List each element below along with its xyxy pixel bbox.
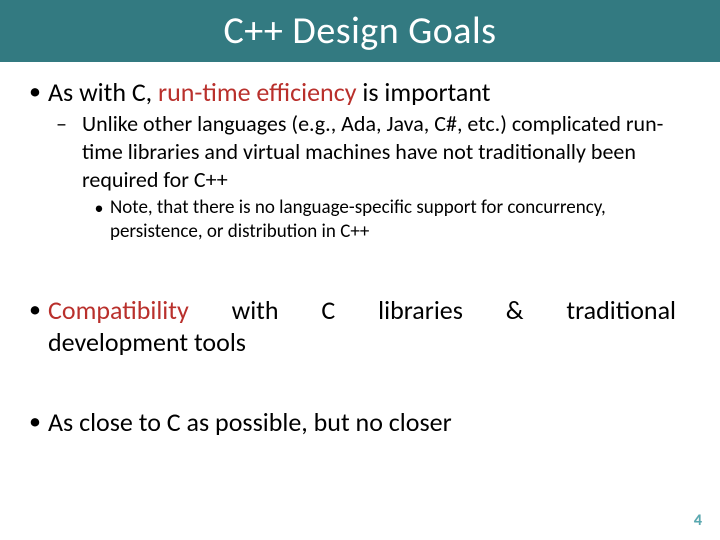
bullet-1-note-text: Note, that there is no language-specific… — [110, 196, 698, 244]
bullet-1-text: As with C, run-time efficiency is import… — [48, 76, 491, 108]
bullet-1-pre: As with C, — [48, 76, 158, 108]
slide-body: • As with C, run-time efficiency is impo… — [0, 62, 720, 438]
bullet-2-line1-rest: with C libraries & traditional — [189, 294, 676, 326]
bullet-1: • As with C, run-time efficiency is impo… — [22, 76, 698, 108]
bullet-1-sub: – Unlike other languages (e.g., Ada, Jav… — [56, 110, 698, 194]
bullet-dot-icon: • — [22, 406, 48, 438]
bullet-2-line2: development tools — [48, 326, 698, 358]
bullet-2: • Compatibility with C libraries & tradi… — [22, 294, 698, 358]
bullet-1-post: is important — [356, 76, 490, 108]
bullet-dash-icon: – — [56, 110, 82, 138]
bullet-1-note: • Note, that there is no language-specif… — [88, 196, 698, 244]
bullet-dot-icon: • — [88, 196, 110, 220]
slide-title: C++ Design Goals — [223, 8, 496, 54]
bullet-dot-icon: • — [22, 294, 48, 326]
bullet-1-emph: run-time efficiency — [158, 76, 356, 108]
spacer — [22, 244, 698, 286]
bullet-2-text: Compatibility with C libraries & traditi… — [48, 294, 698, 358]
bullet-3: • As close to C as possible, but no clos… — [22, 406, 698, 438]
title-bar: C++ Design Goals — [0, 0, 720, 62]
bullet-dot-icon: • — [22, 76, 48, 108]
bullet-2-emph: Compatibility — [48, 294, 189, 326]
bullet-1-sub-text: Unlike other languages (e.g., Ada, Java,… — [82, 110, 698, 194]
page-number: 4 — [694, 511, 702, 530]
spacer — [22, 358, 698, 398]
bullet-3-text: As close to C as possible, but no closer — [48, 406, 452, 438]
